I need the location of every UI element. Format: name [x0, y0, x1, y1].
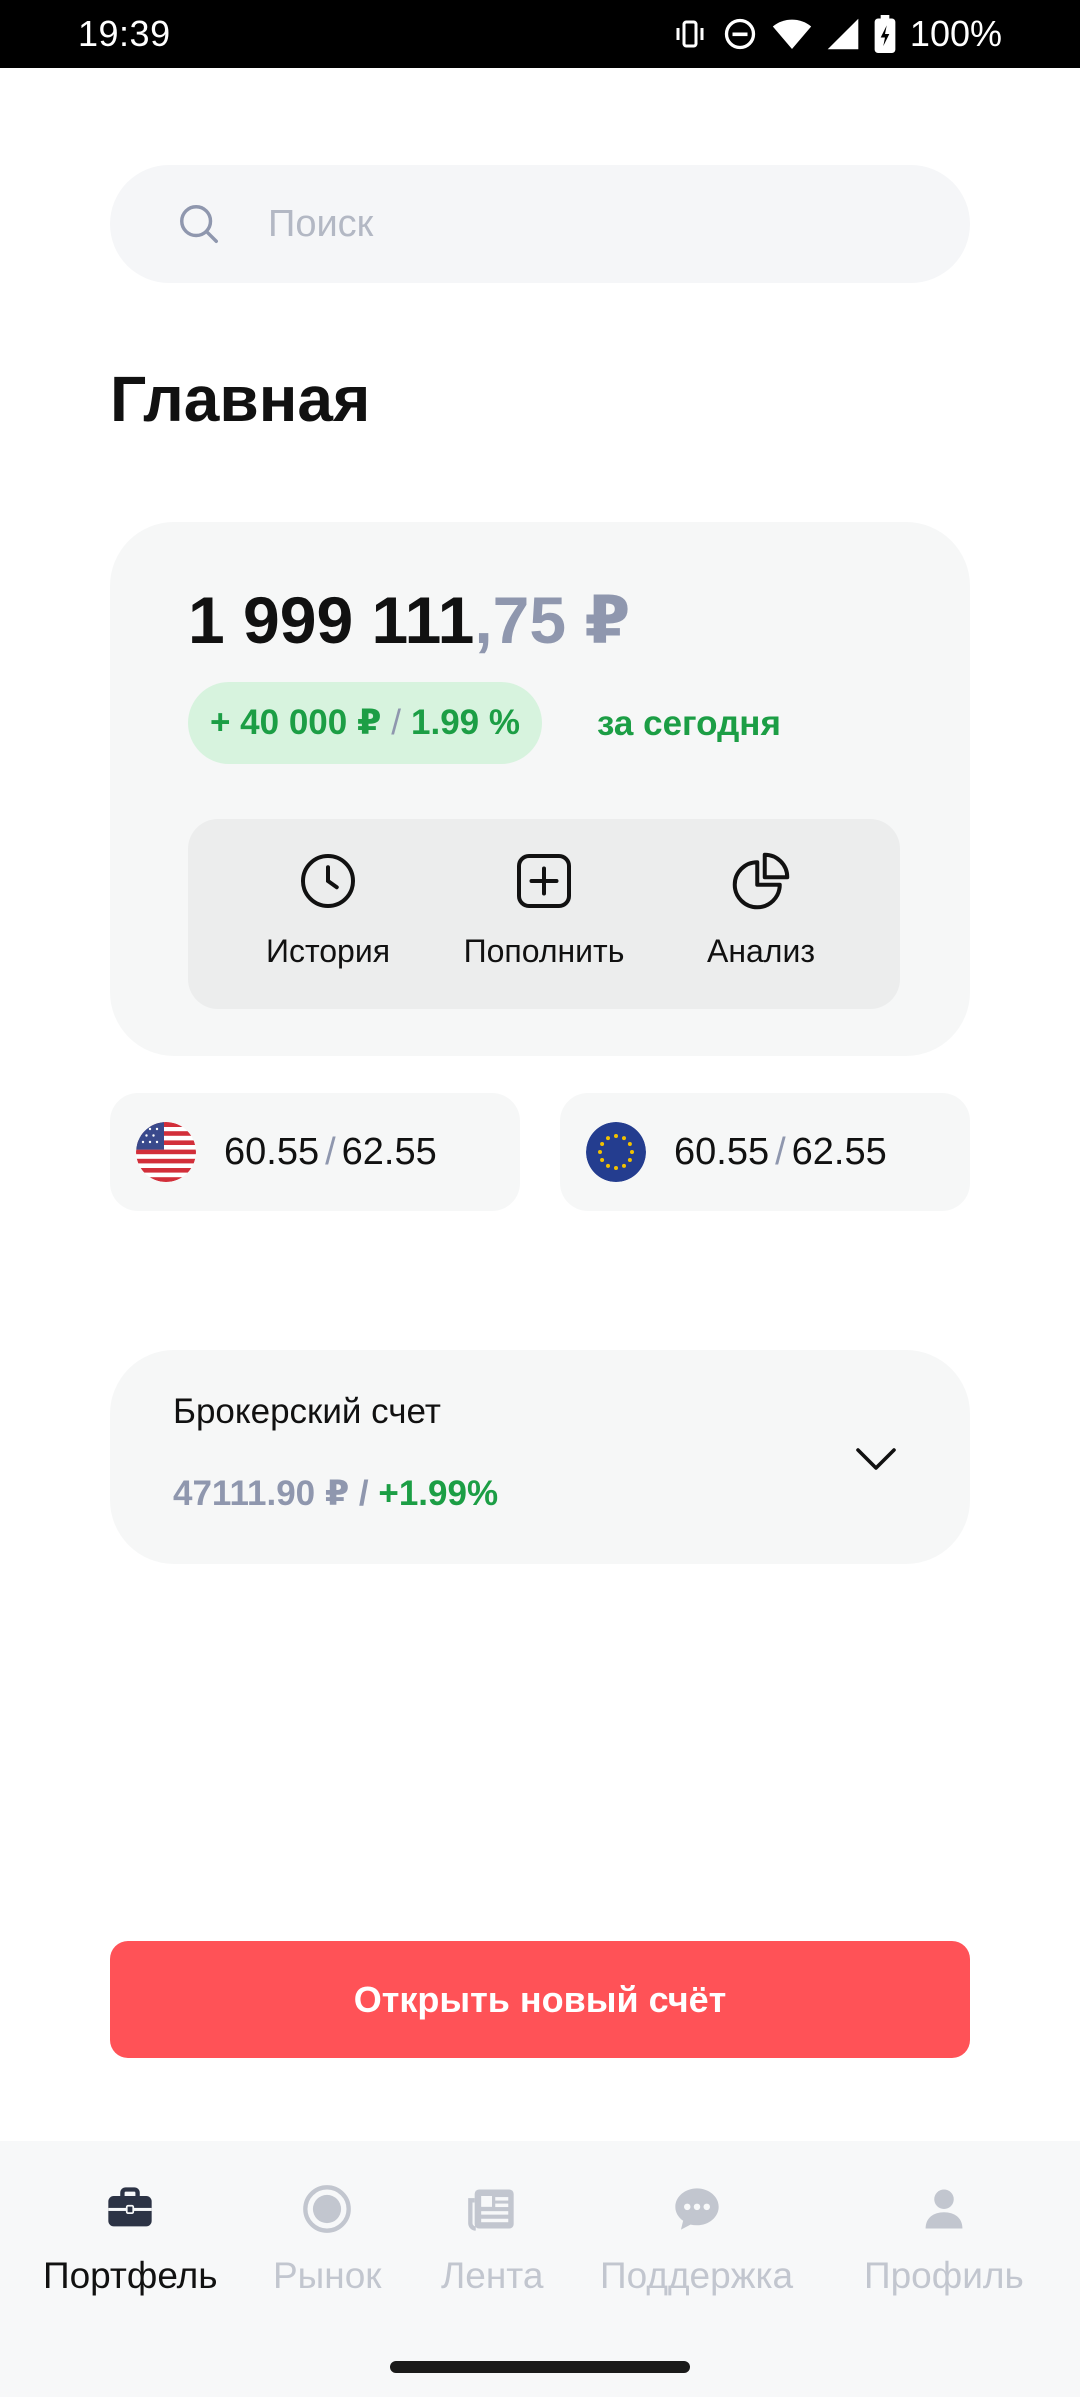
- eur-rate-tile[interactable]: 60.55/62.55: [560, 1093, 970, 1211]
- signal-icon: [826, 16, 860, 52]
- nav-market-label: Рынок: [273, 2255, 382, 2296]
- usd-rate-tile[interactable]: 60.55/62.55: [110, 1093, 520, 1211]
- account-sum: 47111.90 ₽: [173, 1474, 350, 1513]
- account-name: Брокерский счет: [173, 1392, 441, 1431]
- status-time: 19:39: [78, 13, 171, 54]
- change-amount: + 40 000 ₽: [210, 703, 382, 742]
- newspaper-icon: [468, 2189, 514, 2231]
- nav-portfolio-label: Портфель: [43, 2255, 218, 2296]
- open-new-account-button[interactable]: Открыть новый счёт: [110, 1941, 970, 2058]
- balance-cents: ,75 ₽: [474, 583, 631, 657]
- eu-flag-icon: [586, 1122, 646, 1182]
- nav-portfolio[interactable]: Портфель: [43, 2183, 218, 2297]
- vibrate-icon: [672, 16, 708, 52]
- wifi-icon: [772, 16, 812, 52]
- status-bar: 19:39 100%: [0, 0, 1080, 68]
- eur-sell: 62.55: [791, 1130, 887, 1173]
- nav-feed[interactable]: Лента: [441, 2183, 543, 2297]
- nav-profile-label: Профиль: [864, 2255, 1024, 2296]
- battery-percent: 100%: [909, 13, 1002, 54]
- nav-profile[interactable]: Профиль: [864, 2183, 1024, 2297]
- nav-market[interactable]: Рынок: [273, 2183, 381, 2297]
- quick-actions: История Пополнить Анализ: [188, 819, 900, 1009]
- nav-support-label: Поддержка: [600, 2255, 794, 2296]
- pie-chart-icon: [732, 852, 790, 910]
- plus-square-icon: [517, 854, 571, 908]
- account-summary: 47111.90 ₽ / +1.99%: [173, 1474, 498, 1514]
- us-flag-icon: [136, 1122, 196, 1182]
- status-icons: 100%: [672, 13, 1002, 55]
- usd-rate-separator: /: [325, 1130, 336, 1173]
- broker-account-card[interactable]: Брокерский счет 47111.90 ₽ / +1.99%: [110, 1350, 970, 1564]
- briefcase-icon: [108, 2187, 152, 2227]
- change-period: за сегодня: [597, 704, 781, 743]
- nav-feed-label: Лента: [441, 2255, 544, 2296]
- nav-support[interactable]: Поддержка: [600, 2183, 793, 2297]
- usd-rate-value: 60.55/62.55: [224, 1131, 437, 1174]
- battery-icon: [874, 15, 896, 53]
- daily-change-badge: + 40 000 ₽ / 1.99 %: [188, 682, 542, 764]
- eur-rate-separator: /: [775, 1130, 786, 1173]
- total-balance: 1 999 111,75 ₽: [188, 582, 630, 659]
- top-up-label: Пополнить: [463, 933, 625, 969]
- chat-bubble-icon: [674, 2188, 719, 2230]
- change-percent: 1.99 %: [411, 703, 520, 742]
- account-percent: +1.99%: [378, 1474, 499, 1513]
- change-separator: /: [391, 703, 402, 742]
- history-label: История: [265, 933, 391, 969]
- analysis-label: Анализ: [706, 933, 816, 969]
- screen: 19:39 100% Главная: [0, 0, 1080, 2400]
- top-up-button[interactable]: Пополнить: [429, 819, 659, 1009]
- balance-whole: 1 999 111: [188, 583, 475, 657]
- home-gesture-bar[interactable]: [390, 2361, 690, 2373]
- bottom-nav: Портфель Рынок Лента Поддержка Профиль: [0, 2141, 1080, 2397]
- analysis-button[interactable]: Анализ: [646, 819, 876, 1009]
- eur-buy: 60.55: [674, 1130, 770, 1173]
- eur-rate-value: 60.55/62.55: [674, 1131, 887, 1174]
- account-separator: /: [349, 1474, 379, 1513]
- balance-card: 1 999 111,75 ₽ + 40 000 ₽ / 1.99 % за се…: [110, 522, 970, 1056]
- clock-icon: [301, 854, 355, 908]
- search-bar[interactable]: [110, 165, 970, 283]
- chevron-down-icon[interactable]: [852, 1434, 900, 1482]
- person-icon: [925, 2189, 963, 2229]
- usd-sell: 62.55: [341, 1130, 437, 1173]
- usd-buy: 60.55: [224, 1130, 320, 1173]
- radio-circle-icon: [303, 2185, 352, 2233]
- dnd-icon: [722, 16, 758, 52]
- search-icon: [180, 205, 218, 243]
- search-input[interactable]: [268, 202, 868, 246]
- history-button[interactable]: История: [213, 819, 443, 1009]
- page-title: Главная: [110, 363, 371, 435]
